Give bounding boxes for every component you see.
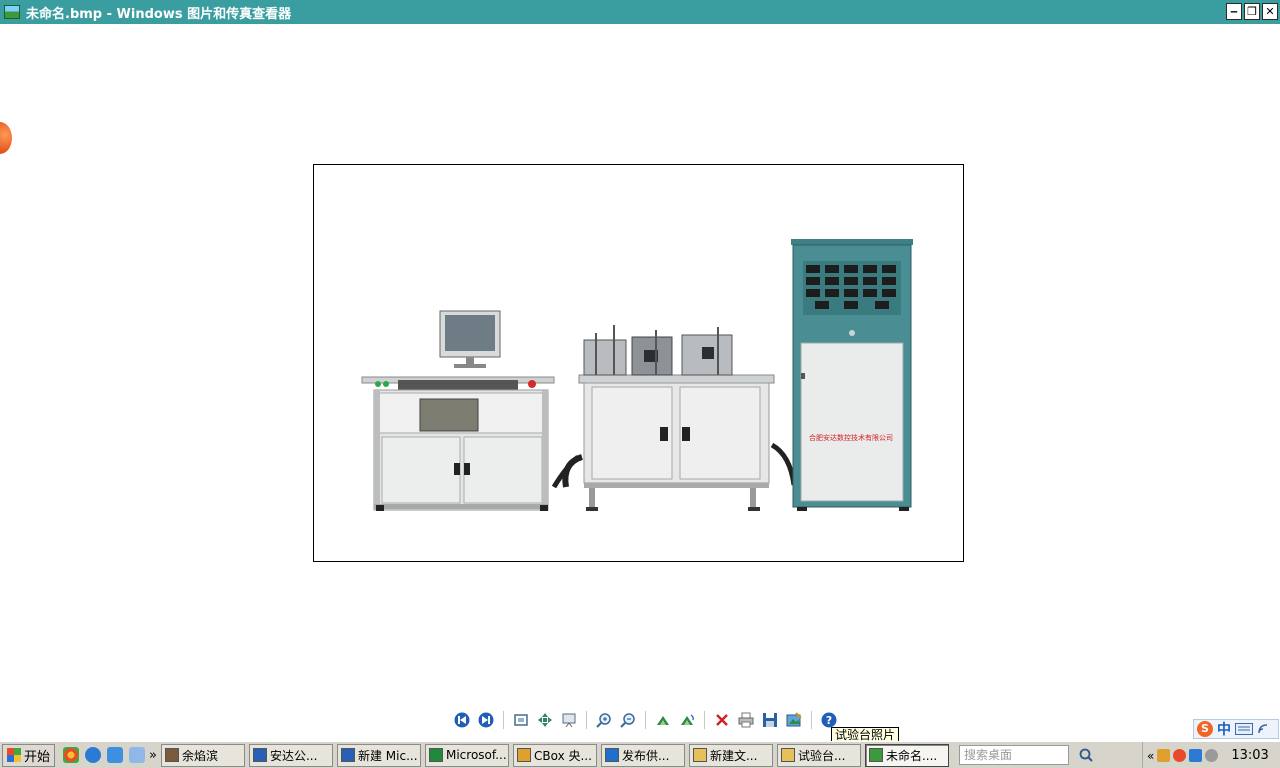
control-desk <box>361 310 555 511</box>
task-button[interactable]: 试验台... <box>776 743 861 767</box>
svg-text:?: ? <box>826 714 832 727</box>
rotate-counterclockwise-button[interactable] <box>677 710 697 730</box>
ime-toolbar[interactable]: S 中 <box>1193 719 1279 739</box>
save-button[interactable] <box>760 710 780 730</box>
toolbar-separator <box>811 711 812 729</box>
task-button[interactable]: 余焰滨 <box>160 743 245 767</box>
task-button[interactable]: 未命名.... <box>864 743 949 767</box>
task-button[interactable]: Microsof... <box>424 743 509 767</box>
desktop-search-input[interactable]: 搜索桌面 <box>958 745 1069 765</box>
quick-launch-overflow[interactable]: » <box>149 748 157 763</box>
task-button[interactable]: 新建 Mic... <box>336 743 421 767</box>
app-launcher-icon[interactable] <box>63 747 80 763</box>
image-canvas: 合肥安达数控技术有限公司 <box>0 24 1280 740</box>
rotate-ccw-icon <box>681 714 694 725</box>
search-button[interactable] <box>1075 745 1097 765</box>
electrical-cabinet: 合肥安达数控技术有限公司 <box>791 239 913 511</box>
cabinet-label: 合肥安达数控技术有限公司 <box>809 433 893 442</box>
computer-icon[interactable] <box>129 747 146 763</box>
task-buttons: 余焰滨 安达公... 新建 Mic... Microsof... CBox 央.… <box>160 743 953 767</box>
delete-icon <box>716 714 728 726</box>
toolbar-separator <box>503 711 504 729</box>
window-title: 未命名.bmp - Windows 图片和传真查看器 <box>26 6 292 22</box>
slideshow-button[interactable] <box>559 710 579 730</box>
print-icon <box>738 712 754 728</box>
minimize-button[interactable]: ‒ <box>1226 3 1242 20</box>
player-tray-icon[interactable] <box>1157 749 1171 762</box>
delete-button[interactable] <box>712 710 732 730</box>
task-button[interactable]: 安达公... <box>248 743 333 767</box>
test-bench <box>551 325 797 511</box>
actual-size-icon <box>538 713 552 727</box>
viewer-toolbar: ? <box>452 708 839 732</box>
displayed-image: 合肥安达数控技术有限公司 <box>313 164 964 562</box>
windows-logo-icon <box>7 748 21 762</box>
internet-explorer-icon[interactable] <box>85 747 102 763</box>
test-bench-photo: 合肥安达数控技术有限公司 <box>361 239 913 511</box>
next-icon <box>478 712 494 728</box>
zoom-in-icon <box>596 713 611 728</box>
settings-wave-icon[interactable] <box>1257 723 1269 735</box>
task-icon <box>868 748 883 762</box>
task-icon <box>692 748 707 762</box>
toolbar-separator <box>704 711 705 729</box>
title-bar[interactable]: 未命名.bmp - Windows 图片和传真查看器 ‒ ❐ ✕ <box>0 0 1280 24</box>
task-button[interactable]: CBox 央... <box>512 743 597 767</box>
volume-tray-icon[interactable] <box>1205 749 1219 762</box>
actual-size-button[interactable] <box>535 710 555 730</box>
start-button[interactable]: 开始 <box>2 743 56 767</box>
zoom-out-button[interactable] <box>618 710 638 730</box>
network-tray-icon[interactable] <box>1189 749 1203 762</box>
taskbar: 开始 » 余焰滨 安达公... 新建 Mic... Microsof... CB… <box>0 741 1280 768</box>
quick-launch <box>63 747 146 763</box>
task-icon <box>428 748 443 762</box>
task-icon <box>164 748 179 762</box>
window-controls: ‒ ❐ ✕ <box>1226 3 1278 20</box>
browser-icon[interactable] <box>107 747 124 763</box>
help-icon: ? <box>821 712 837 728</box>
best-fit-button[interactable] <box>511 710 531 730</box>
best-fit-icon <box>514 714 528 726</box>
task-icon <box>604 748 619 762</box>
zoom-in-button[interactable] <box>594 710 614 730</box>
start-label: 开始 <box>24 749 51 765</box>
system-tray: « 13:03 <box>1142 742 1280 768</box>
task-icon <box>516 748 531 762</box>
rotate-clockwise-button[interactable] <box>653 710 673 730</box>
toolbar-separator <box>586 711 587 729</box>
slideshow-icon <box>562 713 576 728</box>
tray-expand-button[interactable]: « <box>1147 749 1154 763</box>
save-icon <box>763 713 777 727</box>
restore-button[interactable]: ❐ <box>1244 3 1260 20</box>
sogou-icon[interactable]: S <box>1197 721 1213 737</box>
task-icon <box>252 748 267 762</box>
floating-orb-icon[interactable] <box>0 122 12 154</box>
rotate-cw-icon <box>657 716 669 725</box>
edit-button[interactable] <box>784 710 804 730</box>
task-button[interactable]: 发布供... <box>600 743 685 767</box>
close-button[interactable]: ✕ <box>1262 3 1278 20</box>
prev-icon <box>454 712 470 728</box>
picture-viewer-window: 未命名.bmp - Windows 图片和传真查看器 ‒ ❐ ✕ 合肥安达数控技… <box>0 0 1280 768</box>
qq-tray-icon[interactable] <box>1173 749 1187 762</box>
print-button[interactable] <box>736 710 756 730</box>
next-image-button[interactable] <box>476 710 496 730</box>
ime-chinese-mode[interactable]: 中 <box>1217 719 1231 739</box>
zoom-out-icon <box>620 713 635 728</box>
task-button[interactable]: 新建文... <box>688 743 773 767</box>
clock[interactable]: 13:03 <box>1231 748 1268 763</box>
previous-image-button[interactable] <box>452 710 472 730</box>
keyboard-icon[interactable] <box>1235 723 1253 735</box>
search-icon <box>1079 748 1093 762</box>
task-icon <box>340 748 355 762</box>
task-icon <box>780 748 795 762</box>
toolbar-separator <box>645 711 646 729</box>
edit-icon <box>786 712 802 727</box>
image-file-icon <box>4 5 20 19</box>
